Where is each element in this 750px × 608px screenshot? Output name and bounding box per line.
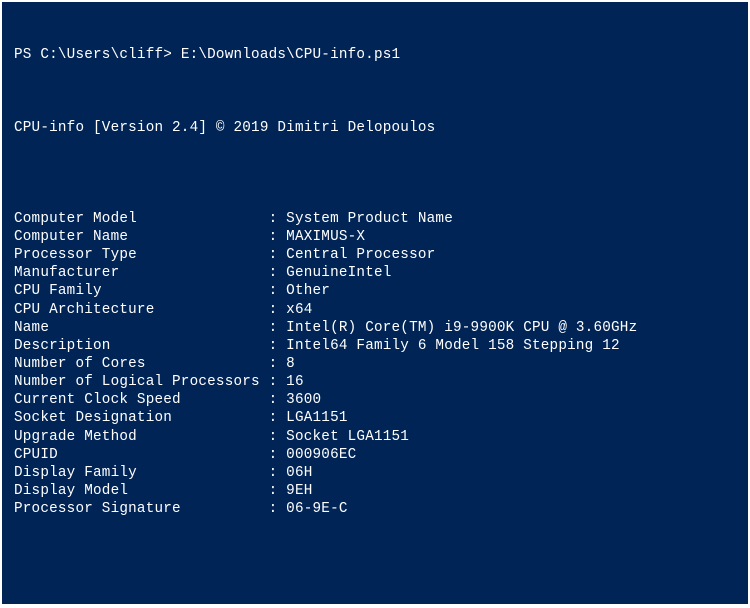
row-value: 3600 [286,391,321,409]
output-row: Display Family : 06H [14,464,736,482]
row-value: 06-9E-C [286,500,347,518]
row-label: Name [14,319,269,337]
row-colon: : [269,464,287,482]
output-row: Processor Signature : 06-9E-C [14,500,736,518]
row-label: Display Family [14,464,269,482]
row-colon: : [269,409,287,427]
row-value: GenuineIntel [286,264,391,282]
row-label: Processor Type [14,246,269,264]
row-label: CPUID [14,446,269,464]
row-colon: : [269,500,287,518]
row-value: 16 [286,373,304,391]
row-colon: : [269,228,287,246]
row-value: 8 [286,355,295,373]
output-row: Description : Intel64 Family 6 Model 158… [14,337,736,355]
row-colon: : [269,246,287,264]
output-row: Number of Logical Processors : 16 [14,373,736,391]
row-colon: : [269,319,287,337]
row-value: Central Processor [286,246,435,264]
output-section-1: Computer Model : System Product NameComp… [14,210,736,519]
output-row: Socket Designation : LGA1151 [14,409,736,427]
prompt-line: PS C:\Users\cliff> E:\Downloads\CPU-info… [14,46,736,64]
output-row: Display Model : 9EH [14,482,736,500]
row-label: Upgrade Method [14,428,269,446]
script-header: CPU-info [Version 2.4] © 2019 Dimitri De… [14,119,736,137]
row-label: Manufacturer [14,264,269,282]
row-value: 000906EC [286,446,356,464]
row-colon: : [269,446,287,464]
prompt-command: E:\Downloads\CPU-info.ps1 [181,47,401,63]
row-label: Current Clock Speed [14,391,269,409]
output-row: Computer Model : System Product Name [14,210,736,228]
prompt-prefix: PS C:\Users\cliff> [14,47,181,63]
row-value: System Product Name [286,210,453,228]
powershell-terminal[interactable]: PS C:\Users\cliff> E:\Downloads\CPU-info… [2,2,748,604]
output-row: CPUID : 000906EC [14,446,736,464]
row-label: Description [14,337,269,355]
row-value: LGA1151 [286,409,347,427]
row-colon: : [269,210,287,228]
row-label: Processor Signature [14,500,269,518]
output-row: Name : Intel(R) Core(TM) i9-9900K CPU @ … [14,319,736,337]
row-label: Computer Name [14,228,269,246]
output-row: CPU Architecture : x64 [14,301,736,319]
row-value: 06H [286,464,312,482]
row-value: Intel(R) Core(TM) i9-9900K CPU @ 3.60GHz [286,319,637,337]
row-colon: : [269,337,287,355]
row-value: Intel64 Family 6 Model 158 Stepping 12 [286,337,620,355]
row-label: Computer Model [14,210,269,228]
row-value: Other [286,282,330,300]
row-value: MAXIMUS-X [286,228,365,246]
row-colon: : [269,373,287,391]
row-colon: : [269,301,287,319]
output-row: Computer Name : MAXIMUS-X [14,228,736,246]
row-value: x64 [286,301,312,319]
section-gap [14,555,736,573]
row-value: 9EH [286,482,312,500]
output-row: Processor Type : Central Processor [14,246,736,264]
row-colon: : [269,264,287,282]
row-label: Number of Logical Processors [14,373,269,391]
row-label: Number of Cores [14,355,269,373]
output-row: Number of Cores : 8 [14,355,736,373]
output-row: Current Clock Speed : 3600 [14,391,736,409]
row-colon: : [269,355,287,373]
row-colon: : [269,282,287,300]
row-colon: : [269,482,287,500]
output-row: Manufacturer : GenuineIntel [14,264,736,282]
row-colon: : [269,391,287,409]
output-row: Upgrade Method : Socket LGA1151 [14,428,736,446]
row-value: Socket LGA1151 [286,428,409,446]
row-colon: : [269,428,287,446]
row-label: CPU Family [14,282,269,300]
output-row: CPU Family : Other [14,282,736,300]
row-label: Display Model [14,482,269,500]
row-label: Socket Designation [14,409,269,427]
row-label: CPU Architecture [14,301,269,319]
